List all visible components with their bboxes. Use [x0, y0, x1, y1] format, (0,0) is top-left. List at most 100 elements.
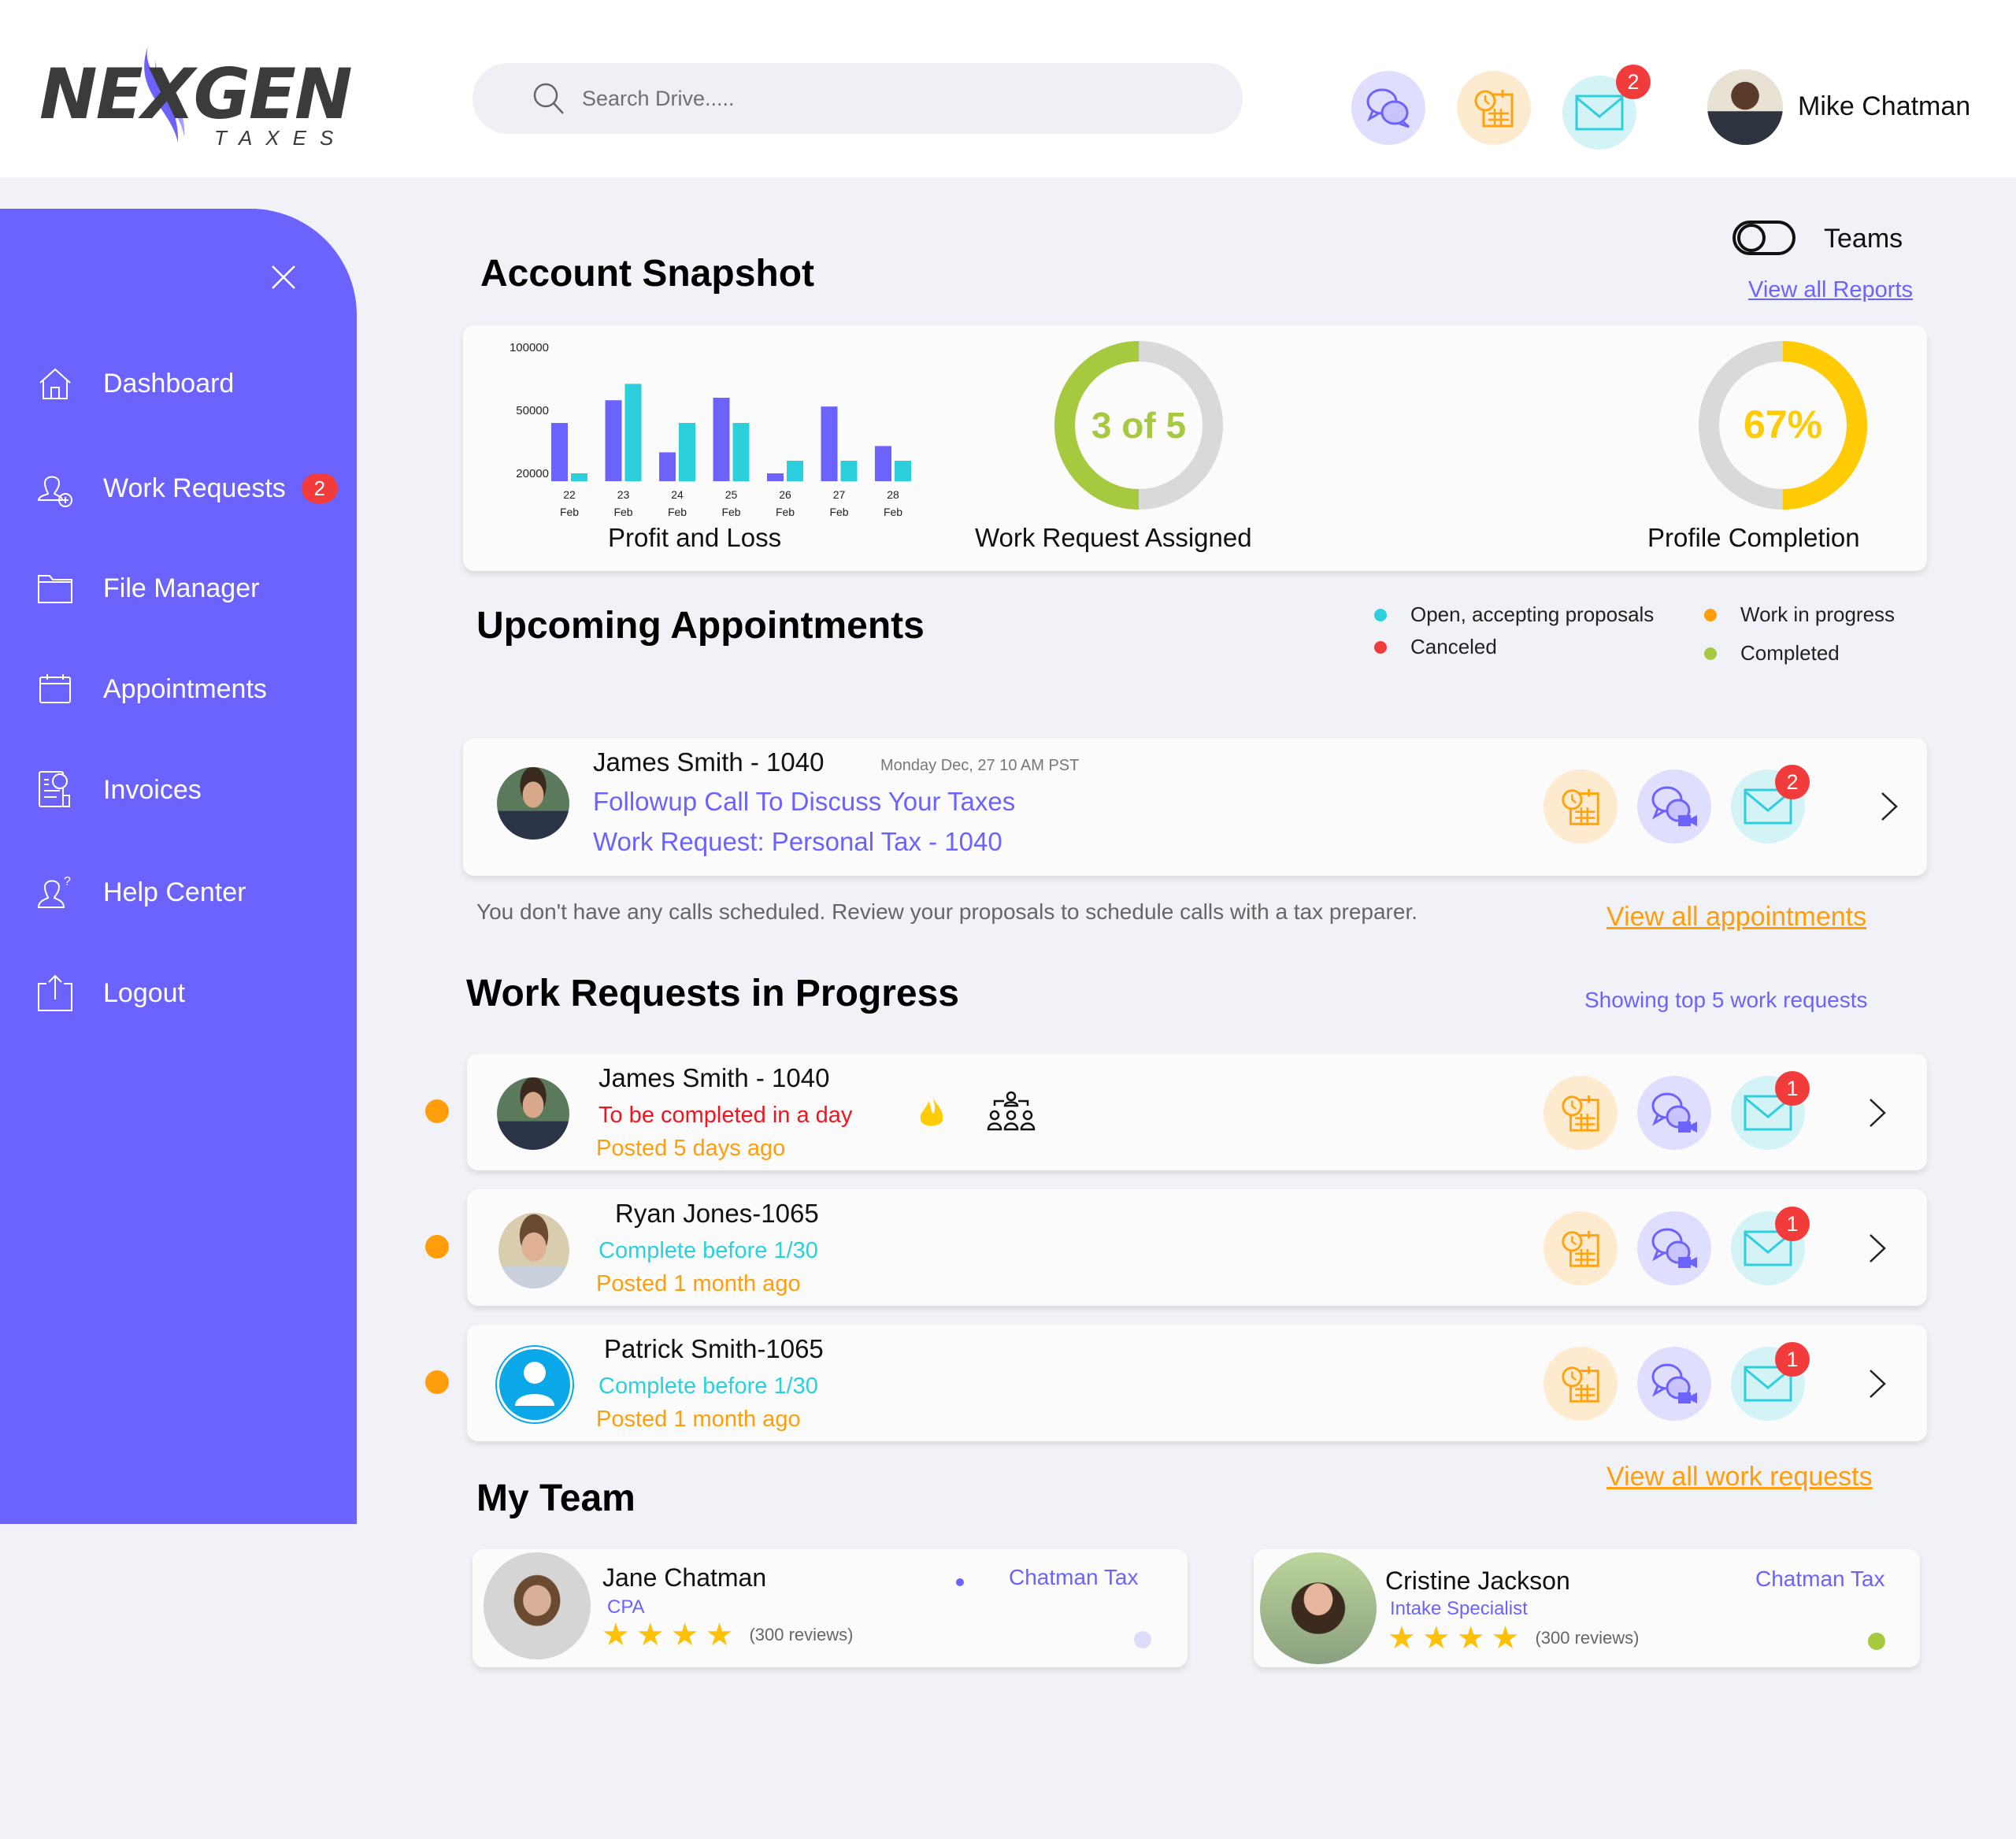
sidebar-item-label: Dashboard [103, 368, 235, 399]
nexgen-logo[interactable]: NEXGEN TAXES [39, 46, 353, 154]
team-hierarchy-icon [987, 1091, 1036, 1131]
schedule-button[interactable] [1544, 1076, 1618, 1150]
upcoming-appointments-title: Upcoming Appointments [476, 605, 925, 647]
x-tick-label: 22 [563, 488, 576, 501]
appointment-work-request[interactable]: Work Request: Personal Tax - 1040 [593, 827, 1002, 857]
work-request-name: Patrick Smith-1065 [604, 1334, 824, 1363]
reschedule-button[interactable] [1544, 769, 1618, 843]
team-member-card[interactable]: Jane Chatman CPA ★ ★ ★ ★ (300 reviews) Chat… [472, 1549, 1188, 1667]
y-tick-label: 100000 [510, 341, 549, 354]
team-member-company[interactable]: Chatman Tax [1755, 1566, 1884, 1592]
sidebar-item-help-center[interactable]: ? Help Center [35, 865, 246, 920]
appointment-datetime: Monday Dec, 27 10 AM PST [880, 757, 1080, 774]
bar-25-feb-series-1 [713, 398, 730, 481]
sidebar-item-work-requests[interactable]: Work Requests 2 [35, 461, 338, 516]
chat-icon [1366, 88, 1410, 128]
team-member-rating: ★ ★ ★ ★ (300 reviews) [602, 1617, 853, 1653]
user-avatar[interactable] [1707, 69, 1783, 145]
teams-toggle-label: Teams [1824, 224, 1903, 254]
video-chat-button[interactable] [1637, 769, 1711, 843]
chevron-right-icon[interactable] [1861, 1364, 1892, 1403]
help-user-icon: ? [35, 873, 75, 912]
work-request-card[interactable]: James Smith - 1040 To be completed in a d… [467, 1054, 1927, 1170]
view-all-work-requests-link[interactable]: View all work requests [1606, 1462, 1873, 1492]
message-button[interactable]: 1 [1731, 1207, 1810, 1285]
fire-icon [920, 1095, 943, 1126]
chevron-right-icon[interactable] [1861, 1093, 1892, 1133]
inbox-button[interactable]: 2 [1562, 65, 1651, 150]
star-icon: ★ [1491, 1621, 1520, 1655]
review-count: (300 reviews) [749, 1625, 854, 1644]
sidebar-item-label: Appointments [103, 673, 267, 704]
sidebar-item-label: Work Requests [103, 473, 286, 503]
team-member-rating: ★ ★ ★ ★ (300 reviews) [1388, 1620, 1639, 1656]
legend-completed: Completed [1704, 641, 1840, 666]
star-icon: ★ [1388, 1621, 1416, 1655]
client-avatar [497, 767, 569, 840]
x-tick-label: 23 [617, 488, 630, 501]
sidebar-item-label: Logout [103, 977, 185, 1008]
chevron-right-icon[interactable] [1861, 1229, 1892, 1268]
message-button[interactable]: 2 [1731, 765, 1810, 843]
calendar-clock-icon [1562, 788, 1599, 825]
sidebar-item-label: Help Center [103, 877, 246, 907]
y-tick-label: 50000 [516, 404, 549, 417]
bar-25-feb-series-2 [732, 423, 750, 481]
teams-toggle[interactable] [1732, 221, 1796, 255]
my-team-title: My Team [476, 1478, 636, 1519]
work-request-due: To be completed in a day [598, 1103, 853, 1128]
close-sidebar-icon[interactable] [266, 260, 301, 295]
message-button[interactable]: 1 [1731, 1071, 1810, 1150]
work-request-due: Complete before 1/30 [598, 1238, 818, 1263]
team-member-avatar [484, 1552, 591, 1659]
team-member-name: Jane Chatman [602, 1563, 767, 1592]
x-tick-label: 27 [833, 488, 846, 501]
sidebar-item-file-manager[interactable]: File Manager [35, 561, 259, 616]
work-request-card[interactable]: Patrick Smith-1065 Complete before 1/30 Po… [467, 1325, 1927, 1441]
client-avatar [497, 1077, 569, 1150]
sidebar-item-logout[interactable]: Logout [35, 966, 185, 1021]
sidebar-item-invoices[interactable]: Invoices [35, 762, 202, 818]
calendar-icon [35, 669, 75, 709]
schedule-button[interactable] [1544, 1347, 1618, 1421]
team-member-card[interactable]: Cristine Jackson Intake Specialist ★ ★ ★ ★ … [1254, 1549, 1920, 1667]
user-name[interactable]: Mike Chatman [1798, 91, 1970, 122]
video-chat-icon [1651, 1363, 1697, 1403]
messages-button[interactable] [1351, 71, 1425, 145]
view-all-reports-link[interactable]: View all Reports [1748, 277, 1913, 303]
x-tick-label: Feb [776, 506, 795, 518]
search-input[interactable] [582, 86, 1212, 111]
calendar-clock-icon [1474, 90, 1514, 128]
work-request-name: Ryan Jones-1065 [615, 1199, 819, 1228]
video-chat-button[interactable] [1637, 1211, 1711, 1285]
message-button[interactable]: 1 [1731, 1342, 1810, 1421]
schedule-button[interactable] [1544, 1211, 1618, 1285]
bar-24-feb-series-1 [659, 452, 676, 481]
team-member-company[interactable]: Chatman Tax [1009, 1565, 1138, 1590]
legend-label: Work in progress [1740, 602, 1896, 626]
sidebar-item-dashboard[interactable]: Dashboard [35, 356, 234, 411]
video-chat-icon [1651, 1228, 1697, 1268]
y-tick-label: 20000 [516, 467, 549, 480]
team-member-name: Cristine Jackson [1385, 1566, 1570, 1595]
bar-26-feb-series-1 [767, 473, 784, 481]
video-chat-button[interactable] [1637, 1347, 1711, 1421]
sidebar-item-appointments[interactable]: Appointments [35, 662, 267, 717]
x-tick-label: 25 [725, 488, 738, 501]
team-member-avatar [1260, 1552, 1377, 1664]
view-all-appointments-link[interactable]: View all appointments [1606, 902, 1866, 932]
search-bar[interactable] [472, 63, 1243, 134]
work-request-name: James Smith - 1040 [598, 1063, 830, 1092]
logo-wordmark: NEXGEN [39, 54, 353, 135]
legend-dot [1374, 608, 1387, 621]
chevron-right-icon[interactable] [1873, 787, 1904, 826]
account-snapshot-title: Account Snapshot [480, 253, 815, 295]
bar-24-feb-series-2 [679, 423, 695, 481]
video-chat-button[interactable] [1637, 1076, 1711, 1150]
schedule-button[interactable] [1457, 71, 1531, 145]
legend-canceled: Canceled [1374, 635, 1497, 659]
appointment-card[interactable]: James Smith - 1040 Monday Dec, 27 10 AM … [463, 738, 1927, 876]
work-request-card[interactable]: Ryan Jones-1065 Complete before 1/30 Poste… [467, 1189, 1927, 1306]
status-dot [425, 1099, 449, 1123]
appointment-subject[interactable]: Followup Call To Discuss Your Taxes [593, 787, 1015, 817]
